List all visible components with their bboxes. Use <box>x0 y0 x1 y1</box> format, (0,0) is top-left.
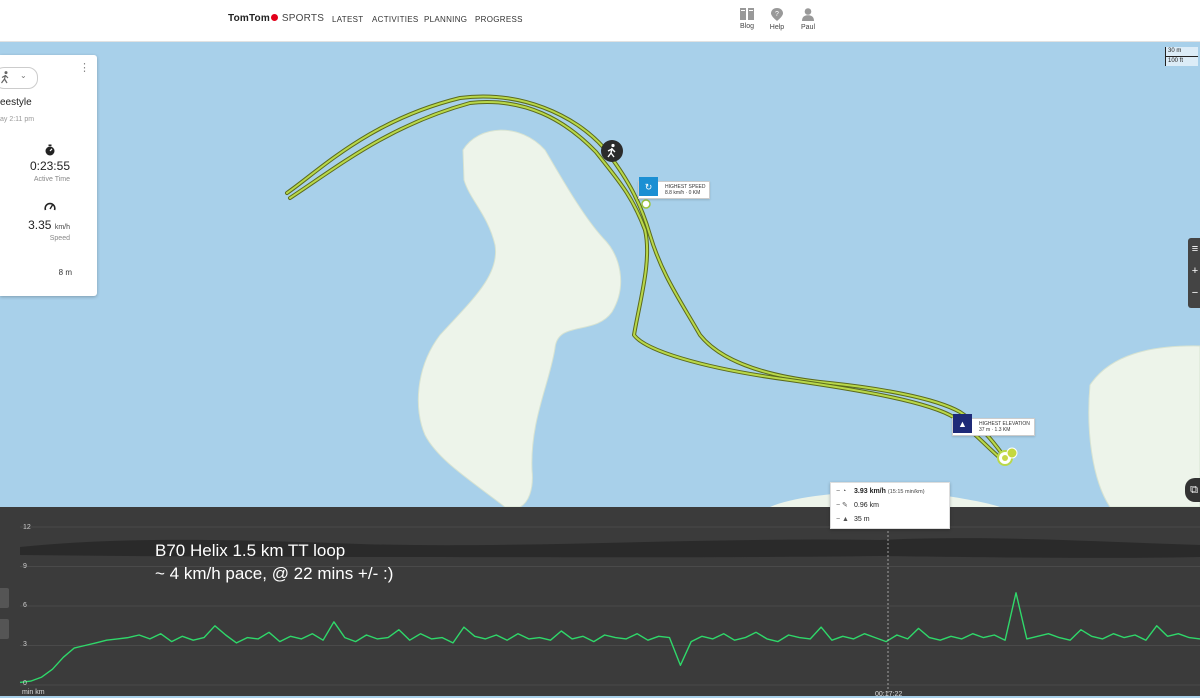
blog-label: Blog <box>739 23 754 30</box>
active-time-label: Active Time <box>33 176 70 183</box>
stopwatch-icon <box>45 144 55 156</box>
nav-planning[interactable]: PLANNING <box>424 15 467 24</box>
speedometer-icon: ↻ <box>639 177 658 196</box>
user-name-label: Paul <box>800 24 815 31</box>
mountain-small-icon: − ▲ <box>836 516 849 523</box>
speed-unit: km/h <box>54 224 70 231</box>
start-marker-icon[interactable] <box>1006 447 1018 459</box>
logo-text: TomTom <box>228 13 270 24</box>
speed-small-icon: − ◔ <box>836 488 847 495</box>
chart-tooltip: − ◔ 3.93 km/h (15:15 min/km) − ✎ 0.96 km −… <box>830 482 950 529</box>
y-tick-6: 6 <box>23 602 27 609</box>
map-scale: 30 m 100 ft <box>1165 47 1198 66</box>
help-label: Help <box>769 24 785 31</box>
user-menu-button[interactable]: Paul <box>795 8 821 31</box>
x-axis-start-label: min km <box>22 689 45 696</box>
y-tick-0: 0 <box>23 680 27 687</box>
tooltip-distance-row: − ✎ 0.96 km <box>836 501 879 511</box>
chart-side-button[interactable] <box>0 619 9 639</box>
tooltip-pace: (15:15 min/km) <box>887 489 925 495</box>
scale-imperial: 100 ft <box>1165 57 1198 66</box>
zoom-out-button[interactable]: − <box>1188 282 1200 304</box>
island-right <box>1088 345 1200 508</box>
nav-activities[interactable]: ACTIVITIES <box>372 15 419 24</box>
pencil-icon: − ✎ <box>836 502 848 509</box>
link-icon[interactable]: ⧉ <box>1185 478 1200 502</box>
speedometer-small-icon <box>44 202 56 211</box>
logo-suffix: SPORTS <box>281 13 325 24</box>
chevron-down-icon: ⌄ <box>20 71 27 80</box>
top-header: TomTom SPORTS LATEST ACTIVITIES PLANNING… <box>0 0 1200 42</box>
speed-label: Speed <box>49 235 70 242</box>
speed-value: 3.35 <box>28 218 52 232</box>
layers-button[interactable]: ≡ <box>1188 238 1200 260</box>
highest-speed-callout[interactable]: ↻ HIGHEST SPEED 8.8 km/h · 0 KM <box>638 177 711 199</box>
activity-title: eestyle <box>0 97 32 108</box>
tooltip-speed: 3.93 km/h <box>854 488 886 495</box>
highest-elevation-callout[interactable]: ▲ HIGHEST ELEVATION 37 m · 1.3 KM <box>952 414 1035 436</box>
speed-value-row: 3.35 km/h <box>0 218 70 232</box>
walker-icon <box>1 71 9 84</box>
speed-chart[interactable]: 12 9 6 3 0 min km 00:17:22 B70 Helix 1.5… <box>0 507 1200 698</box>
user-icon <box>802 8 814 21</box>
elevation-value: 8 m <box>58 268 72 277</box>
tooltip-elevation: 35 m <box>854 516 870 523</box>
mountain-icon: ▲ <box>953 414 972 433</box>
x-cursor-label: 00:17:22 <box>875 691 903 698</box>
nav-latest[interactable]: LATEST <box>332 15 363 24</box>
y-tick-3: 3 <box>23 641 27 648</box>
sport-selector[interactable]: ⌄ <box>0 67 38 89</box>
tooltip-elevation-row: − ▲ 35 m <box>836 515 870 525</box>
blog-button[interactable]: Blog <box>734 8 760 30</box>
y-tick-9: 9 <box>23 563 27 570</box>
chart-annotation-subtitle: ~ 4 km/h pace, @ 22 mins +/- :) <box>155 564 394 583</box>
scale-metric: 30 m <box>1165 47 1198 57</box>
speed-point-marker-icon[interactable] <box>641 199 651 209</box>
map-canvas <box>0 41 1200 508</box>
tomtom-sports-logo[interactable]: TomTom SPORTS <box>228 13 324 24</box>
activity-date: ay 2:11 pm <box>0 116 35 123</box>
active-time-value: 0:23:55 <box>29 159 70 173</box>
map-controls: ≡ + − <box>1188 238 1200 308</box>
help-button[interactable]: ? Help <box>764 8 790 31</box>
blog-icon <box>740 8 754 20</box>
logo-dot-icon <box>270 14 278 21</box>
speed-chart-canvas <box>19 526 1200 696</box>
more-options-icon[interactable]: ⋮ <box>79 63 90 74</box>
tooltip-speed-row: − ◔ 3.93 km/h (15:15 min/km) <box>836 487 925 497</box>
y-tick-12: 12 <box>23 524 31 531</box>
chart-side-button[interactable] <box>0 588 9 608</box>
chart-annotation-title: B70 Helix 1.5 km TT loop <box>155 541 346 560</box>
nav-progress[interactable]: PROGRESS <box>475 15 523 24</box>
route-map[interactable]: ↻ HIGHEST SPEED 8.8 km/h · 0 KM ▲ HIGHES… <box>0 41 1200 508</box>
tooltip-distance: 0.96 km <box>854 502 879 509</box>
highest-elevation-detail: 37 m · 1.3 KM <box>979 427 1011 433</box>
finish-marker-dot <box>1002 455 1008 461</box>
help-icon: ? <box>771 8 783 21</box>
highest-speed-detail: 8.8 km/h · 0 KM <box>665 190 701 196</box>
svg-text:?: ? <box>775 11 779 18</box>
zoom-in-button[interactable]: + <box>1188 260 1200 282</box>
activity-summary-panel: ⌄ ⋮ eestyle ay 2:11 pm 0:23:55 Active Ti… <box>0 55 97 296</box>
